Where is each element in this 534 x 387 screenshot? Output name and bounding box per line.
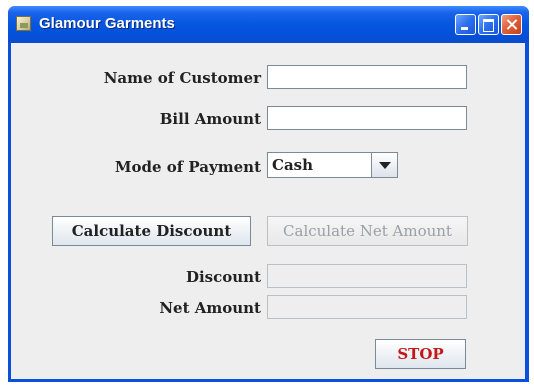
bill-amount-label: Bill Amount <box>159 110 261 128</box>
payment-mode-label: Mode of Payment <box>114 158 261 176</box>
calculate-net-amount-button[interactable]: Calculate Net Amount <box>267 216 468 246</box>
net-amount-field[interactable] <box>267 295 467 319</box>
window-title: Glamour Garments <box>39 15 175 32</box>
chevron-down-icon[interactable] <box>371 153 397 177</box>
app-icon <box>16 16 31 31</box>
discount-label: Discount <box>185 268 261 286</box>
calculate-discount-button[interactable]: Calculate Discount <box>52 216 251 246</box>
net-amount-label: Net Amount <box>159 299 261 317</box>
title-bar[interactable]: Glamour Garments <box>8 6 529 43</box>
app-window: Glamour Garments Name of Customer Bill A… <box>8 6 529 382</box>
customer-name-input[interactable] <box>267 65 467 89</box>
payment-mode-selected-value: Cash <box>272 156 314 174</box>
minimize-button[interactable] <box>455 14 476 35</box>
stop-button[interactable]: STOP <box>375 339 466 369</box>
bill-amount-input[interactable] <box>267 106 467 130</box>
window-frame-bottom <box>8 379 529 382</box>
discount-field[interactable] <box>267 264 467 288</box>
customer-name-label: Name of Customer <box>103 69 261 87</box>
maximize-button[interactable] <box>478 14 499 35</box>
payment-mode-select[interactable]: Cash <box>267 152 398 178</box>
close-button[interactable] <box>501 14 522 35</box>
form-panel: Name of Customer Bill Amount Mode of Pay… <box>11 43 525 379</box>
